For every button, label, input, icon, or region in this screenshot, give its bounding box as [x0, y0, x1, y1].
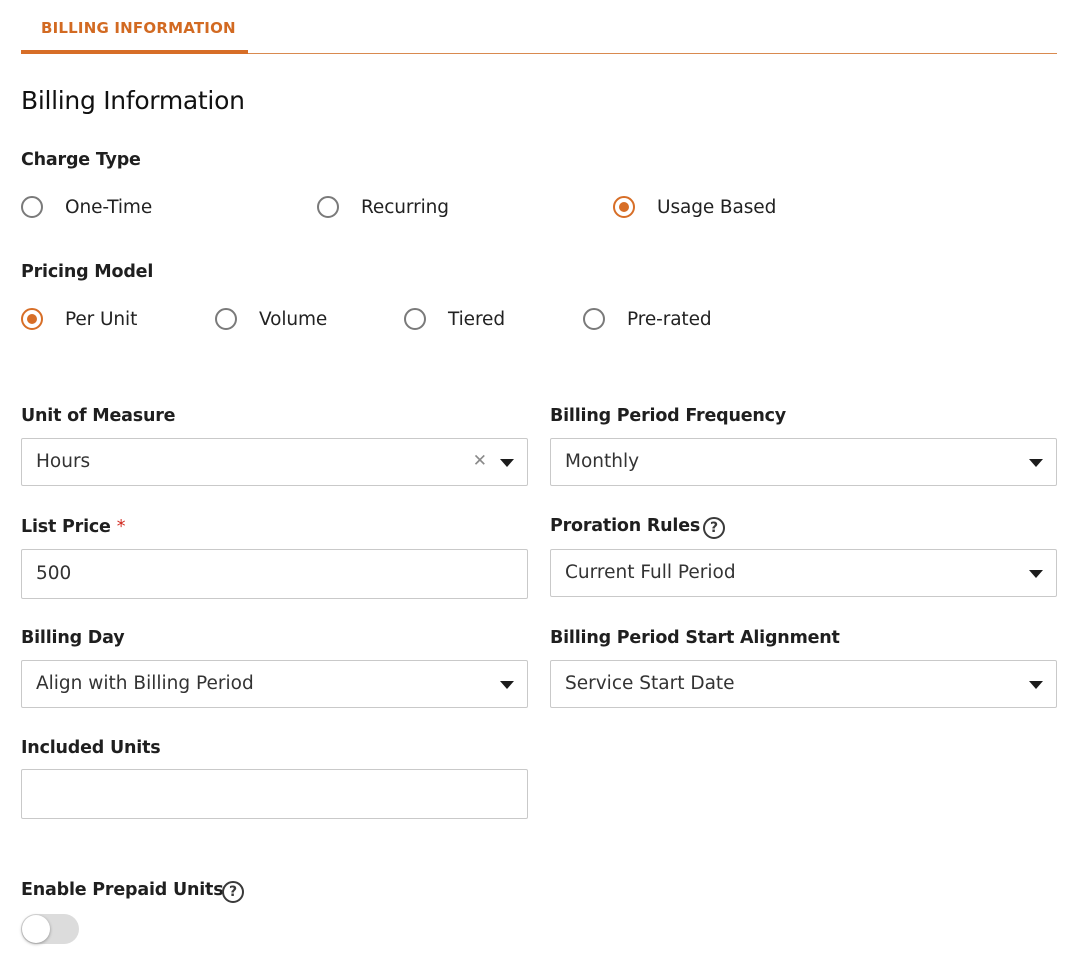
radio-circle-icon	[317, 196, 339, 218]
radio-circle-icon	[404, 308, 426, 330]
radio-checked-icon	[21, 308, 43, 330]
close-icon[interactable]: ✕	[473, 451, 487, 471]
radio-label: One-Time	[65, 196, 153, 218]
charge-type-label: Charge Type	[21, 150, 141, 170]
tab-bar: BILLING INFORMATION	[21, 0, 1057, 54]
radio-pricing-model-volume[interactable]: Volume	[215, 305, 327, 333]
billing-period-frequency-select[interactable]: Monthly	[550, 438, 1057, 486]
enable-prepaid-units-label: Enable Prepaid Units	[21, 880, 224, 900]
billing-period-start-alignment-label: Billing Period Start Alignment	[550, 628, 840, 648]
radio-pricing-model-pre-rated[interactable]: Pre-rated	[583, 305, 712, 333]
radio-label: Usage Based	[657, 196, 777, 218]
chevron-down-icon[interactable]	[1029, 681, 1043, 689]
unit-of-measure-select[interactable]: Hours ✕	[21, 438, 528, 486]
page-title: Billing Information	[21, 86, 245, 115]
radio-charge-type-recurring[interactable]: Recurring	[317, 193, 449, 221]
radio-checked-icon	[613, 196, 635, 218]
radio-pricing-model-tiered[interactable]: Tiered	[404, 305, 505, 333]
list-price-input[interactable]: 500	[21, 549, 528, 599]
help-circle-icon[interactable]: ?	[703, 517, 725, 539]
help-circle-icon[interactable]: ?	[222, 881, 244, 903]
radio-circle-icon	[215, 308, 237, 330]
radio-charge-type-one-time[interactable]: One-Time	[21, 193, 152, 221]
proration-rules-value: Current Full Period	[565, 562, 736, 583]
pricing-model-label: Pricing Model	[21, 262, 154, 282]
proration-rules-select[interactable]: Current Full Period	[550, 549, 1057, 597]
unit-of-measure-value: Hours	[36, 451, 91, 472]
proration-rules-label: Proration Rules	[550, 516, 701, 536]
billing-period-frequency-value: Monthly	[565, 451, 640, 472]
list-price-value: 500	[36, 563, 72, 584]
radio-label: Pre-rated	[627, 308, 712, 330]
radio-pricing-model-per-unit[interactable]: Per Unit	[21, 305, 137, 333]
tab-billing-information[interactable]: BILLING INFORMATION	[21, 0, 248, 54]
billing-period-start-alignment-select[interactable]: Service Start Date	[550, 660, 1057, 708]
billing-day-label: Billing Day	[21, 628, 125, 648]
enable-prepaid-units-toggle[interactable]	[21, 914, 79, 944]
radio-circle-icon	[21, 196, 43, 218]
radio-charge-type-usage-based[interactable]: Usage Based	[613, 193, 776, 221]
included-units-input[interactable]	[21, 769, 528, 819]
radio-circle-icon	[583, 308, 605, 330]
billing-day-value: Align with Billing Period	[36, 673, 254, 694]
included-units-label: Included Units	[21, 738, 161, 758]
chevron-down-icon[interactable]	[500, 681, 514, 689]
required-marker: *	[116, 517, 126, 537]
toggle-knob	[22, 915, 50, 943]
billing-period-frequency-label: Billing Period Frequency	[550, 406, 787, 426]
chevron-down-icon[interactable]	[1029, 570, 1043, 578]
list-price-label-text: List Price	[21, 517, 111, 537]
radio-label: Per Unit	[65, 308, 138, 330]
radio-label: Tiered	[448, 308, 505, 330]
tab-label: BILLING INFORMATION	[41, 19, 236, 37]
radio-label: Volume	[259, 308, 328, 330]
chevron-down-icon[interactable]	[500, 459, 514, 467]
radio-label: Recurring	[361, 196, 449, 218]
billing-period-start-alignment-value: Service Start Date	[565, 673, 735, 694]
unit-of-measure-label: Unit of Measure	[21, 406, 176, 426]
chevron-down-icon[interactable]	[1029, 459, 1043, 467]
list-price-label: List Price *	[21, 517, 125, 537]
billing-day-select[interactable]: Align with Billing Period	[21, 660, 528, 708]
